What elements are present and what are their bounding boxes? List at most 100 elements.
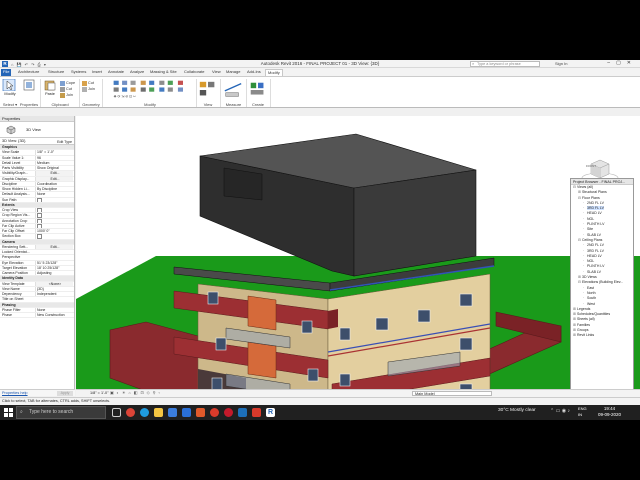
file-explorer-icon[interactable] bbox=[154, 408, 163, 417]
measure-tools-icons[interactable] bbox=[222, 80, 244, 100]
language-indicator[interactable]: ENG IN bbox=[578, 406, 587, 418]
property-row: Phase New Construction bbox=[0, 313, 74, 319]
building-3d-model[interactable] bbox=[76, 116, 640, 399]
opera-icon[interactable] bbox=[224, 408, 233, 417]
chrome-icon[interactable] bbox=[126, 408, 135, 417]
search-icon: ⌕ bbox=[472, 62, 475, 66]
browser-tree-label: East bbox=[587, 285, 595, 290]
browser-tree-label: 3RD FL LV bbox=[587, 248, 604, 253]
revit-taskbar-icon[interactable]: R bbox=[266, 408, 275, 417]
panel-label-modify: Modify bbox=[144, 102, 156, 107]
tab-insert[interactable]: Insert bbox=[90, 69, 104, 76]
weather-widget[interactable]: 30°C Mostly clear bbox=[498, 408, 536, 413]
properties-help-link[interactable]: Properties help bbox=[2, 391, 28, 395]
tab-collaborate[interactable]: Collaborate bbox=[182, 69, 206, 76]
paste-button[interactable]: Paste bbox=[43, 79, 57, 96]
tab-structure[interactable]: Structure bbox=[46, 69, 66, 76]
search-placeholder: Type a keyword or phrase bbox=[477, 62, 521, 66]
task-view-icon[interactable] bbox=[112, 408, 121, 417]
create-tools-icons[interactable] bbox=[248, 80, 268, 100]
window bbox=[207, 291, 219, 305]
browser-tree-label: Structural Plans bbox=[582, 190, 607, 195]
media-icon[interactable] bbox=[252, 408, 261, 417]
bottom-letterbox bbox=[0, 420, 640, 480]
view-scale-button[interactable]: 1/8" = 1'-0" bbox=[90, 390, 109, 397]
panel-label-measure: Measure bbox=[225, 102, 242, 107]
panel-label-geometry: Geometry bbox=[82, 102, 100, 107]
tab-systems[interactable]: Systems bbox=[69, 69, 88, 76]
modify-button[interactable]: Modify bbox=[2, 78, 18, 96]
windows-start-icon[interactable] bbox=[4, 408, 13, 417]
browser-tree-label: PLINTH LV bbox=[587, 222, 605, 227]
type-selector[interactable]: 3D View bbox=[0, 122, 74, 138]
tab-manage[interactable]: Manage bbox=[224, 69, 242, 76]
properties-button[interactable] bbox=[22, 79, 36, 92]
browser-tree-label: Views (all) bbox=[577, 185, 594, 189]
3d-viewport[interactable] bbox=[76, 116, 640, 399]
orange-doors-upper bbox=[247, 295, 277, 331]
properties-footer: Properties help Apply bbox=[0, 389, 75, 396]
geometry-join-button[interactable]: Join bbox=[82, 86, 95, 92]
mail-icon[interactable] bbox=[182, 408, 191, 417]
join-button[interactable]: Join bbox=[60, 92, 75, 98]
edge-icon[interactable] bbox=[140, 408, 149, 417]
store-icon[interactable] bbox=[168, 408, 177, 417]
viewcube-face-label: FRONT bbox=[585, 164, 597, 168]
type-name: 3D View bbox=[26, 127, 41, 132]
view-control-icons[interactable]: ▣ ◐ ☀ ⌂ ◧ ⊡ ◇ ⚲ ‹ bbox=[110, 390, 161, 397]
browser-tree-label: 2ND FL LV bbox=[587, 200, 604, 205]
window-controls[interactable]: –▢✕ bbox=[607, 60, 637, 66]
window bbox=[417, 309, 431, 323]
tab-massing-site[interactable]: Massing & Site bbox=[148, 69, 179, 76]
project-tree: ⊟Views (all) ⊞Structural Plans ⊟Floor Plan… bbox=[571, 185, 633, 339]
3d-view-icon bbox=[6, 125, 16, 135]
panel-label-select[interactable]: Select ▾ bbox=[1, 102, 19, 107]
ribbon-separator bbox=[40, 79, 41, 107]
revit-window: R ⌂ 💾 ↶ ↷ ⎙ ▾ Autodesk Revit 2016 - FINA… bbox=[0, 60, 640, 420]
top-letterbox bbox=[0, 0, 640, 60]
ribbon-separator bbox=[102, 79, 103, 107]
sign-in-button[interactable]: Sign In bbox=[555, 61, 567, 66]
taskbar-search-input[interactable]: ⌕ Type here to search bbox=[16, 406, 106, 419]
tab-add-ins[interactable]: Add-Ins bbox=[245, 69, 263, 76]
svg-text:✥ ⟳ ⇲ ⊘ ⊡ ✂: ✥ ⟳ ⇲ ⊘ ⊡ ✂ bbox=[114, 95, 137, 99]
taskbar-clock[interactable]: 19:44 09-09-2020 bbox=[598, 406, 621, 418]
help-search-input[interactable]: ⌕ Type a keyword or phrase bbox=[470, 61, 540, 67]
tab-analyze[interactable]: Analyze bbox=[128, 69, 146, 76]
photos-icon[interactable] bbox=[238, 408, 247, 417]
property-value[interactable]: New Construction bbox=[35, 313, 73, 318]
browser-tree-label: Elevations (Building Elev... bbox=[582, 280, 624, 285]
browser-tree-item[interactable]: ⊞Revit Links bbox=[571, 333, 633, 338]
browser-tree-label: Legends bbox=[577, 306, 591, 311]
active-workset-model[interactable]: Main Model bbox=[412, 391, 492, 396]
property-key: Phase bbox=[2, 313, 12, 317]
instance-selector[interactable]: 3D View: {3D} Edit Type bbox=[0, 138, 74, 145]
window bbox=[339, 373, 351, 387]
modify-tools-icons[interactable]: ✥ ⟳ ⇲ ⊘ ⊡ ✂ bbox=[105, 79, 195, 101]
tab-architecture[interactable]: Architecture bbox=[16, 69, 41, 76]
browser-tree-label: NGL bbox=[587, 216, 595, 221]
tab-annotate[interactable]: Annotate bbox=[106, 69, 126, 76]
paste-icon bbox=[44, 80, 56, 91]
panel-label-create: Create bbox=[251, 102, 264, 107]
cut-geometry-icon bbox=[82, 80, 87, 86]
chrome-icon[interactable] bbox=[210, 408, 219, 417]
tab-view[interactable]: View bbox=[210, 69, 223, 76]
orange-doors-lower bbox=[247, 341, 277, 379]
browser-tree-label: SLAB LV bbox=[587, 269, 601, 274]
tray-icons[interactable]: ⌃ ▭ ◉ ♪ bbox=[550, 408, 570, 414]
browser-tree-label: Ceiling Plans bbox=[582, 237, 603, 242]
tab-file[interactable]: File bbox=[1, 69, 12, 76]
view-tools-icons[interactable] bbox=[198, 80, 218, 100]
join-geometry-icon bbox=[82, 86, 87, 92]
clock-date: 09-09-2020 bbox=[598, 412, 622, 417]
browser-tree-label: North bbox=[587, 290, 596, 295]
panel-label-properties: Properties bbox=[19, 102, 39, 107]
browser-tree-label: West bbox=[587, 301, 595, 306]
browser-tree-label: PLINTH LV bbox=[587, 264, 605, 269]
app-icon[interactable] bbox=[196, 408, 205, 417]
apply-button[interactable]: Apply bbox=[57, 391, 73, 396]
tab-modify[interactable]: Modify bbox=[265, 69, 283, 76]
join-icon bbox=[60, 92, 65, 98]
window-title: Autodesk Revit 2016 - FINAL PROJECT 01 -… bbox=[260, 61, 380, 66]
